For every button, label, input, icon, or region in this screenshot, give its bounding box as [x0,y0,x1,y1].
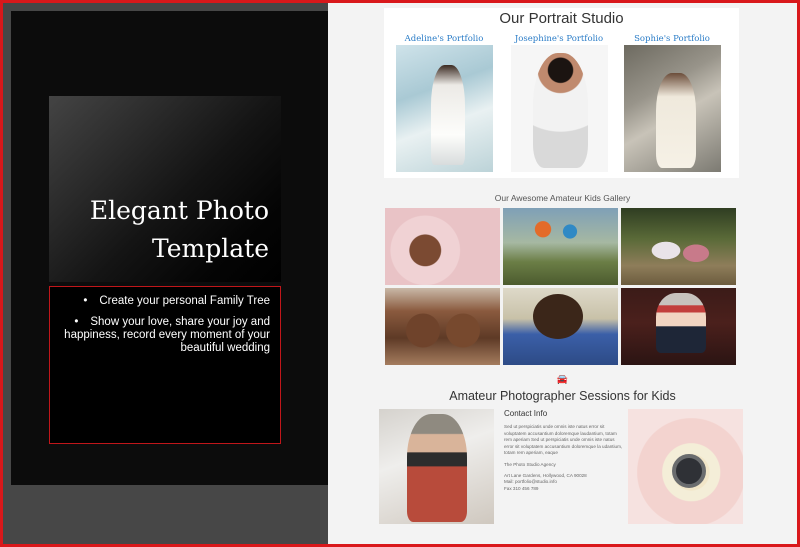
bullet-list: • Create your personal Family Tree • Show … [60,295,270,363]
kids-gallery-title: Our Awesome Amateur Kids Gallery [494,193,631,203]
left-panel: Elegant Photo Template • Create your pers… [3,3,328,544]
contact-description: Sed ut perspiciatis unde omnis iste natu… [504,424,623,456]
bullet-text-2: Show your love, share your joy and happi… [64,316,270,354]
bullet-item-2: • Show your love, share your joy and happ… [60,316,270,355]
webpage-preview: Our Portrait Studio Adeline's Portfolio … [328,3,797,544]
contact-address: Art Lane Gardens, Hollywood, CA 90028 [504,472,587,478]
slide-canvas: Elegant Photo Template • Create your pers… [3,3,797,544]
kids-gallery-photo[interactable] [385,208,500,285]
contact-info: Contact Info Sed ut perspiciatis unde om… [504,409,624,492]
slide-title: Elegant Photo Template [90,192,269,268]
kids-gallery-photo[interactable] [621,208,736,285]
studio-title: Our Portrait Studio [499,10,624,27]
title-line-1: Elegant Photo [89,196,269,225]
title-box[interactable]: Elegant Photo Template [49,96,281,282]
kids-gallery-photo[interactable] [621,288,736,365]
bullet-dot: • [74,316,79,328]
contact-mail[interactable]: Mail: portfolio@studio.info [504,479,624,486]
portfolio-link-sophie[interactable]: Sophie's Portfolio [622,34,722,44]
kids-gallery-photo[interactable] [385,288,500,365]
bullet-item-1: • Create your personal Family Tree [60,295,270,308]
bullet-text-1: Create your personal Family Tree [99,295,270,307]
sessions-title: Amateur Photographer Sessions for Kids [449,389,676,403]
contact-title: Contact Info [504,409,548,418]
session-photo-boy-camera[interactable] [379,409,494,524]
portfolio-photo-sophie[interactable] [624,45,721,172]
kids-gallery-photo[interactable] [503,208,618,285]
portfolio-link-adeline[interactable]: Adeline's Portfolio [394,34,494,44]
portrait-studio-card: Our Portrait Studio Adeline's Portfolio … [384,8,739,178]
bullet-text-box[interactable]: • Create your personal Family Tree • Show … [49,286,281,444]
portfolio-photo-josephine[interactable] [511,45,608,172]
title-line-2: Template [152,234,269,263]
contact-agency: The Photo Studio Agency [504,461,556,467]
kids-gallery-photo[interactable] [503,288,618,365]
bullet-dot: • [83,295,88,307]
car-icon: 🚘 [556,375,569,385]
session-photo-camera-hands[interactable] [628,409,743,524]
portfolio-photo-adeline[interactable] [396,45,493,172]
contact-fax: Fax 310 456 789 [504,485,539,491]
portfolio-link-josephine[interactable]: Josephine's Portfolio [509,34,609,44]
